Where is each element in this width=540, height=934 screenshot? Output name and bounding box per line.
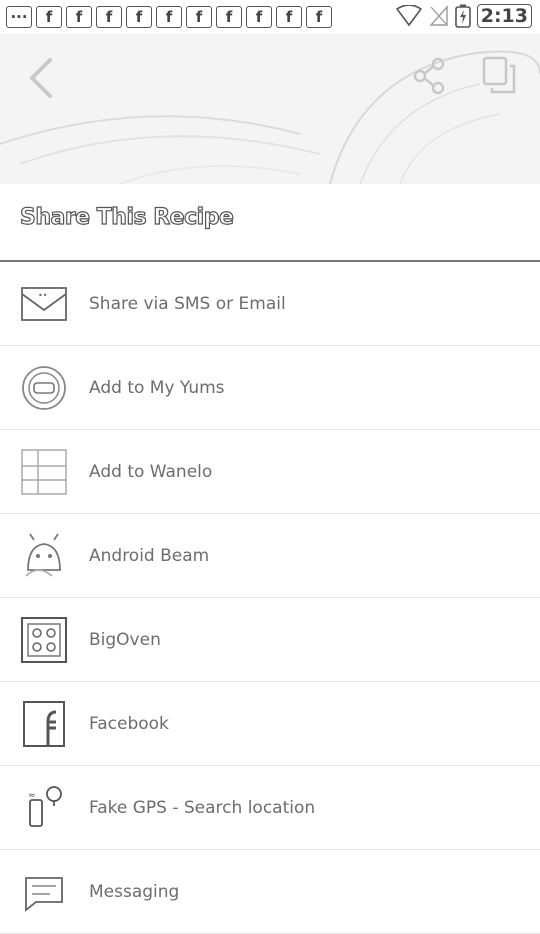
share-button[interactable]: [410, 56, 450, 96]
share-option-label: Messaging: [89, 881, 180, 902]
facebook-icon: f: [36, 6, 62, 28]
facebook-icon: f: [276, 6, 302, 28]
facebook-icon: f: [96, 6, 122, 28]
no-signal-icon: [429, 5, 448, 26]
back-button[interactable]: [20, 54, 64, 102]
svg-text:≈: ≈: [28, 791, 36, 801]
wifi-icon: [395, 5, 422, 27]
share-option-label: BigOven: [89, 629, 161, 650]
share-option-label: Add to My Yums: [89, 377, 225, 398]
battery-icon: [454, 4, 471, 28]
share-option-sms-email[interactable]: •• Share via SMS or Email: [0, 262, 540, 346]
share-option-wanelo[interactable]: Add to Wanelo: [0, 430, 540, 514]
facebook-icon: f: [66, 6, 92, 28]
yummly-icon: [22, 365, 66, 410]
facebook-icon: f: [156, 6, 182, 28]
recipe-hero-image: [0, 34, 540, 184]
wanelo-icon: [21, 448, 67, 495]
more-icon: ···: [6, 6, 32, 28]
share-option-facebook[interactable]: Facebook: [0, 682, 540, 766]
facebook-icon: f: [246, 6, 272, 28]
messaging-icon: [25, 876, 63, 912]
facebook-icon: f: [186, 6, 212, 28]
fake-gps-icon: ≈: [28, 785, 62, 827]
notification-icons: ··· f f f f f f f f f f: [6, 6, 332, 28]
share-option-label: Add to Wanelo: [89, 461, 213, 482]
android-beam-icon: [25, 533, 61, 577]
share-options-list: •• Share via SMS or Email Add to My Yums…: [0, 262, 540, 934]
clock: 2:13: [476, 4, 532, 28]
share-option-label: Fake GPS - Search location: [89, 797, 316, 818]
facebook-icon: f: [126, 6, 152, 28]
status-bar: ··· f f f f f f f f f f 2:13: [0, 0, 540, 34]
facebook-icon: f: [216, 6, 242, 28]
envelope-icon: ••: [21, 286, 67, 321]
facebook-icon: f: [306, 6, 332, 28]
share-option-messaging[interactable]: Messaging: [0, 850, 540, 934]
share-option-label: Facebook: [89, 713, 169, 734]
facebook-icon: [23, 700, 65, 747]
share-option-label: Android Beam: [89, 545, 210, 566]
share-option-android-beam[interactable]: Android Beam: [0, 514, 540, 598]
share-option-fake-gps[interactable]: ≈ Fake GPS - Search location: [0, 766, 540, 850]
bigoven-icon: [21, 616, 67, 663]
share-option-label: Share via SMS or Email: [89, 293, 286, 314]
share-option-my-yums[interactable]: Add to My Yums: [0, 346, 540, 430]
hero-background-illustration: [0, 50, 540, 184]
share-option-bigoven[interactable]: BigOven: [0, 598, 540, 682]
status-right: 2:13: [395, 4, 532, 28]
copy-button[interactable]: [476, 54, 520, 98]
svg-text:••: ••: [38, 291, 47, 300]
share-sheet-title: Share This Recipe: [19, 204, 234, 230]
